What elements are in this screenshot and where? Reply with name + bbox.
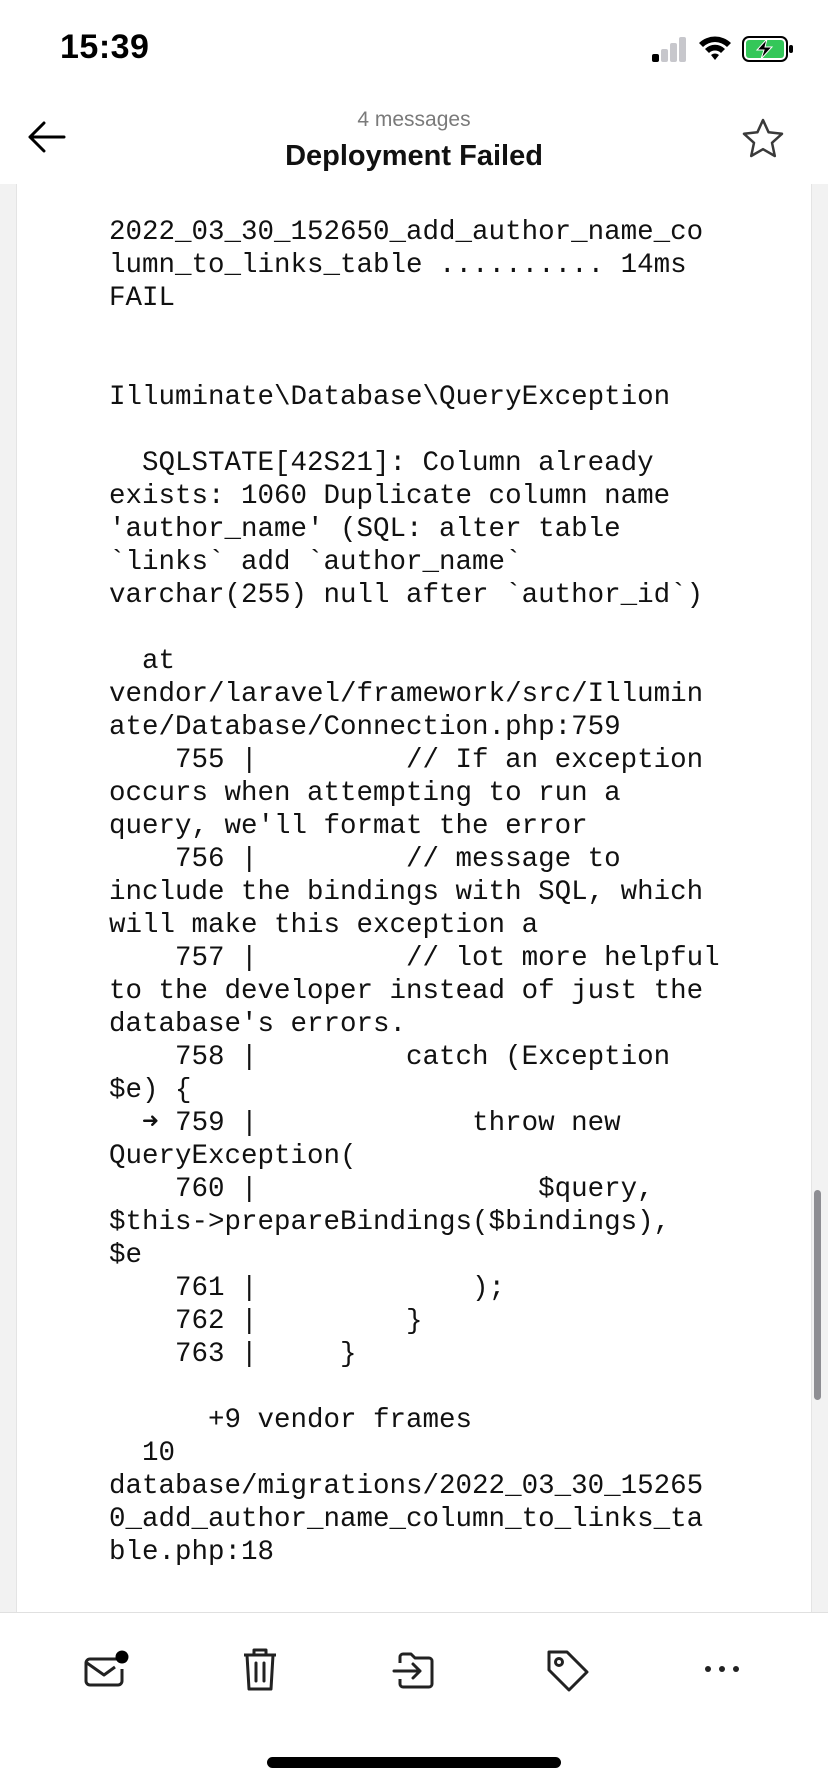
log-line: ble.php:18: [109, 1537, 275, 1568]
log-line: varchar(255) null after `author_id`): [109, 580, 704, 611]
log-line: will make this exception a: [109, 910, 539, 941]
log-line: 2022_03_30_152650_add_author_name_co: [109, 217, 704, 248]
status-time: 15:39: [60, 28, 150, 66]
log-line: SQLSTATE[42S21]: Column already: [109, 448, 654, 479]
star-icon: [742, 118, 784, 158]
log-line: include the bindings with SQL, which: [109, 877, 704, 908]
log-line: +9 vendor frames: [109, 1405, 473, 1436]
mark-unread-button[interactable]: [78, 1643, 134, 1695]
log-line: 761 | );: [109, 1273, 506, 1304]
log-line: at: [109, 646, 176, 677]
message-body-area[interactable]: 2022_03_30_152650_add_author_name_co lumn…: [0, 184, 828, 1612]
log-line: to the developer instead of just the: [109, 976, 704, 1007]
log-line: ➜ 759 | throw new: [109, 1108, 621, 1139]
log-line: database/migrations/2022_03_30_15265: [109, 1471, 704, 1502]
log-line: `links` add `author_name`: [109, 547, 522, 578]
log-line: 0_add_author_name_column_to_links_ta: [109, 1504, 704, 1535]
log-line: $e) {: [109, 1075, 192, 1106]
move-to-folder-button[interactable]: [386, 1643, 442, 1695]
log-line: 760 | $query,: [109, 1174, 654, 1205]
log-line: 755 | // If an exception: [109, 745, 704, 776]
scrollbar-thumb[interactable]: [814, 1190, 821, 1400]
log-line: query, we'll format the error: [109, 811, 588, 842]
log-line: QueryException(: [109, 1141, 357, 1172]
tag-icon: [547, 1650, 589, 1692]
thread-subject: Deployment Failed: [285, 140, 543, 172]
more-options-button[interactable]: [694, 1643, 750, 1695]
log-line: lumn_to_links_table .......... 14ms: [109, 250, 687, 281]
delete-button[interactable]: [232, 1643, 288, 1695]
log-line: 'author_name' (SQL: alter table: [109, 514, 621, 545]
email-header: 4 messages Deployment Failed: [0, 100, 828, 184]
message-card: 2022_03_30_152650_add_author_name_co lumn…: [16, 184, 812, 1612]
log-line: vendor/laravel/framework/src/Illumin: [109, 679, 704, 710]
log-line: Illuminate\Database\QueryException: [109, 382, 671, 413]
log-line: 10: [109, 1438, 176, 1469]
wifi-icon: [697, 34, 733, 62]
log-line: 762 | }: [109, 1306, 423, 1337]
cellular-signal-icon: [652, 36, 688, 62]
log-line: FAIL: [109, 283, 176, 314]
log-line: occurs when attempting to run a: [109, 778, 621, 809]
log-line: $e: [109, 1240, 143, 1271]
star-button[interactable]: [740, 116, 786, 162]
home-indicator: [267, 1757, 561, 1768]
error-log-text: 2022_03_30_152650_add_author_name_co lumn…: [109, 216, 799, 1569]
message-count: 4 messages: [357, 108, 471, 131]
log-line: ate/Database/Connection.php:759: [109, 712, 621, 743]
more-horizontal-icon: [705, 1666, 739, 1672]
log-line: 763 | }: [109, 1339, 357, 1370]
battery-charging-icon: [742, 36, 794, 62]
log-line: 757 | // lot more helpful: [109, 943, 720, 974]
log-line: database's errors.: [109, 1009, 407, 1040]
log-line: $this->prepareBindings($bindings),: [109, 1207, 671, 1238]
label-button[interactable]: [540, 1643, 596, 1695]
log-line: 756 | // message to: [109, 844, 621, 875]
log-line: exists: 1060 Duplicate column name: [109, 481, 671, 512]
status-bar: 15:39: [0, 0, 828, 100]
trash-icon: [244, 1648, 276, 1691]
mail-unread-icon: [84, 1650, 129, 1687]
move-to-folder-icon: [392, 1652, 434, 1689]
log-line: 758 | catch (Exception: [109, 1042, 671, 1073]
